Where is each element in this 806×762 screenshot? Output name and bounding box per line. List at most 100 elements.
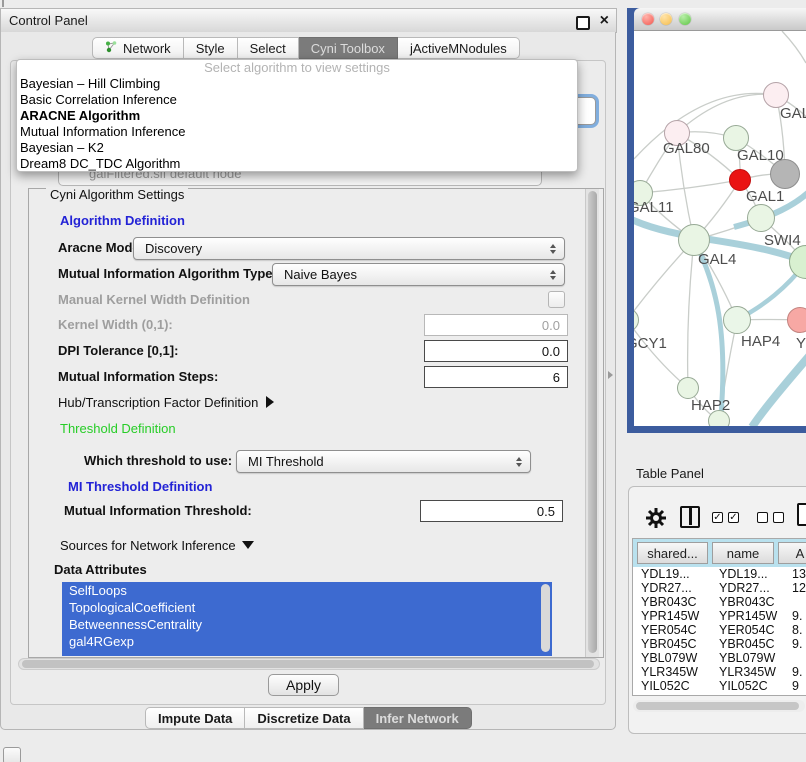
mac-minimize-icon[interactable] xyxy=(660,13,672,25)
sources-group-title[interactable]: Sources for Network Inference xyxy=(56,538,258,553)
table-row[interactable]: YDR27...YDR27...12 xyxy=(633,581,806,595)
mi-threshold-field[interactable]: 0.5 xyxy=(420,500,563,522)
tab-style[interactable]: Style xyxy=(184,37,238,59)
network-node[interactable] xyxy=(723,306,751,334)
split-columns-icon[interactable] xyxy=(680,506,700,528)
cell-name: YDR27... xyxy=(710,581,783,595)
table-row[interactable]: YLR345WYLR345W9. xyxy=(633,665,806,679)
algorithm-option-aracne-algorithm[interactable]: ARACNE Algorithm xyxy=(17,108,577,124)
table-row[interactable]: YDL19...YDL19...13 xyxy=(633,567,806,581)
cell-shared-name: YLR345W xyxy=(641,665,710,679)
sources-title-text: Sources for Network Inference xyxy=(60,538,236,553)
panel-splitter-handle[interactable] xyxy=(608,371,613,379)
expand-right-icon xyxy=(266,396,274,408)
scrollbar-thumb[interactable] xyxy=(22,660,594,668)
hub-definition-toggle[interactable]: Hub/Transcription Factor Definition xyxy=(58,395,274,410)
column-header-shared-[interactable]: shared... xyxy=(637,542,708,564)
node-label-gal80: GAL80 xyxy=(663,140,710,157)
control-panel-tabs: Network Style Select Cyni ToolboxjActiveMNo… xyxy=(92,37,520,59)
manual-kernel-width-label: Manual Kernel Width Definition xyxy=(58,292,250,307)
mi-algorithm-type-combo[interactable]: Naive Bayes xyxy=(272,263,565,286)
float-window-icon[interactable] xyxy=(576,16,590,30)
data-attributes-list[interactable]: SelfLoopsTopologicalCoefficientBetweenne… xyxy=(62,582,552,656)
table-row[interactable]: YBL079WYBL079W xyxy=(633,651,806,665)
tab-label: Select xyxy=(250,41,286,56)
column-header-name[interactable]: name xyxy=(712,542,774,564)
table-row[interactable]: YBR043CYBR043C xyxy=(633,595,806,609)
list-scrollbar[interactable] xyxy=(541,584,550,652)
cell-value xyxy=(783,651,792,665)
tab-discretize-data[interactable]: Discretize Data xyxy=(245,707,363,729)
tab-select[interactable]: Select xyxy=(238,37,299,59)
algorithm-option-basic-correlation-inference[interactable]: Basic Correlation Inference xyxy=(17,92,577,108)
cell-name: YER054C xyxy=(710,623,783,637)
attribute-item-partial[interactable] xyxy=(62,650,552,656)
cell-shared-name: YBR045C xyxy=(641,637,710,651)
mac-close-icon[interactable] xyxy=(642,13,654,25)
attribute-item-selfloops[interactable]: SelfLoops xyxy=(62,582,552,599)
node-table[interactable]: shared...nameA YDL19...YDL19...13YDR27..… xyxy=(632,538,806,696)
table-row[interactable]: YBR045CYBR045C9. xyxy=(633,637,806,651)
tab-cyni-toolbox[interactable]: Cyni Toolbox xyxy=(299,37,398,59)
attribute-item-betweennesscentrality[interactable]: BetweennessCentrality xyxy=(62,616,552,633)
apply-button[interactable]: Apply xyxy=(268,674,339,696)
cell-value xyxy=(783,595,792,609)
tab-infer-network[interactable]: Infer Network xyxy=(364,707,472,729)
combo-arrows-icon xyxy=(550,244,556,254)
network-node[interactable] xyxy=(677,377,699,399)
mi-steps-field[interactable]: 6 xyxy=(424,366,568,388)
mac-zoom-icon[interactable] xyxy=(679,13,691,25)
aracne-mode-combo[interactable]: Discovery xyxy=(133,237,565,260)
collapsed-panel-icon[interactable] xyxy=(3,747,21,762)
network-node[interactable] xyxy=(787,307,806,333)
settings-vertical-scrollbar[interactable] xyxy=(585,189,599,657)
algorithm-option-mutual-information-inference[interactable]: Mutual Information Inference xyxy=(17,124,577,140)
aracne-mode-label: Aracne Mode: xyxy=(58,240,144,255)
mi-steps-label: Mutual Information Steps: xyxy=(58,369,218,384)
combo-arrows-icon xyxy=(516,457,522,467)
network-window-titlebar[interactable] xyxy=(634,8,806,31)
node-label-hap4: HAP4 xyxy=(741,333,780,350)
scrollbar-thumb[interactable] xyxy=(636,702,799,710)
unchecked-checkbox-icon[interactable] xyxy=(757,512,768,523)
dpi-tolerance-field[interactable]: 0.0 xyxy=(424,340,568,362)
checked-checkbox-icon[interactable]: ✓ xyxy=(712,512,723,523)
node-label-gal1: GAL1 xyxy=(746,188,784,205)
cell-value: 9. xyxy=(783,609,802,623)
cell-value: 12 xyxy=(783,581,806,595)
cell-value: 9 xyxy=(783,679,799,693)
gear-icon[interactable] xyxy=(645,507,667,529)
cell-value: 9. xyxy=(783,665,802,679)
tab-impute-data[interactable]: Impute Data xyxy=(145,707,245,729)
close-icon[interactable]: × xyxy=(600,12,609,30)
corner-mark xyxy=(2,0,4,7)
algorithm-option-bayesian-k2[interactable]: Bayesian – K2 xyxy=(17,140,577,156)
settings-horizontal-scrollbar[interactable] xyxy=(18,658,600,670)
table-row[interactable]: YIL052CYIL052C9 xyxy=(633,679,806,693)
app-root: Control Panel × NetworkStyleSelectCyni T… xyxy=(0,0,806,762)
table-rows: YDL19...YDL19...13YDR27...YDR27...12YBR0… xyxy=(633,567,806,693)
checked-checkbox-icon[interactable]: ✓ xyxy=(728,512,739,523)
algorithm-option-bayesian-hill-climbing[interactable]: Bayesian – Hill Climbing xyxy=(17,76,577,92)
table-row[interactable]: YPR145WYPR145W9. xyxy=(633,609,806,623)
kernel-width-field[interactable]: 0.0 xyxy=(424,314,568,336)
which-threshold-combo[interactable]: MI Threshold xyxy=(236,450,531,473)
unchecked-checkbox-icon[interactable] xyxy=(773,512,784,523)
manual-kernel-width-checkbox[interactable] xyxy=(548,291,565,308)
document-icon[interactable] xyxy=(797,503,806,526)
attribute-item-gal4rgexp[interactable]: gal4RGexp xyxy=(62,633,552,650)
node-label-swi4: SWI4 xyxy=(764,232,801,249)
tab-jactivemnodules[interactable]: jActiveMNodules xyxy=(398,37,520,59)
network-node[interactable] xyxy=(747,204,775,232)
node-label-gal4: GAL4 xyxy=(698,251,736,268)
cell-shared-name: YER054C xyxy=(641,623,710,637)
table-horizontal-scrollbar[interactable] xyxy=(633,700,805,712)
tab-network[interactable]: Network xyxy=(92,37,184,59)
network-canvas[interactable]: GALGAL80GAL10GAL1GAL11SWI4GAL4GCY1HAP4YH… xyxy=(634,31,806,426)
scrollbar-thumb[interactable] xyxy=(588,191,597,653)
algorithm-option-dream8-dc-tdc-algorithm[interactable]: Dream8 DC_TDC Algorithm xyxy=(17,156,577,172)
tab-label: Style xyxy=(196,41,225,56)
attribute-item-topologicalcoefficient[interactable]: TopologicalCoefficient xyxy=(62,599,552,616)
table-row[interactable]: YER054CYER054C8. xyxy=(633,623,806,637)
column-header-a[interactable]: A xyxy=(778,542,806,564)
